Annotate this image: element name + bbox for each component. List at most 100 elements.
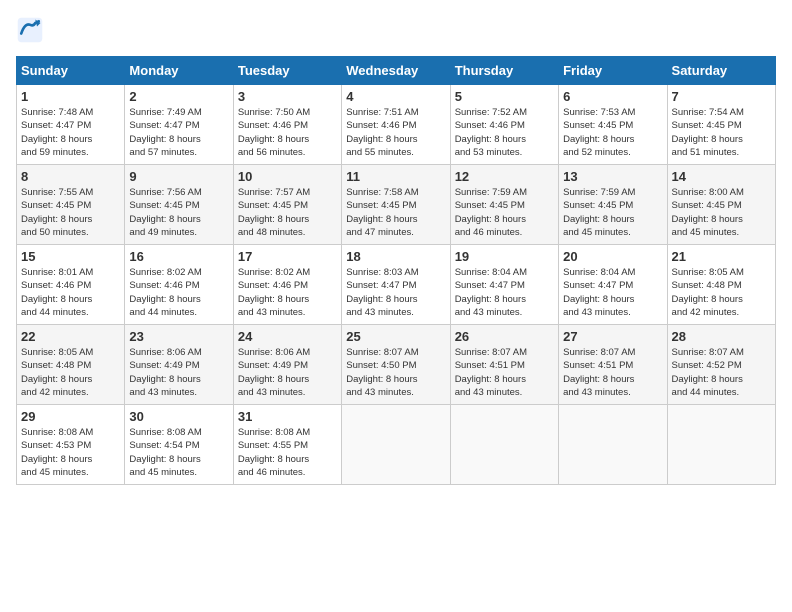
calendar-cell: 7 Sunrise: 7:54 AMSunset: 4:45 PMDaylight… — [667, 85, 775, 165]
calendar-cell: 22 Sunrise: 8:05 AMSunset: 4:48 PMDayligh… — [17, 325, 125, 405]
day-number: 28 — [672, 329, 771, 344]
calendar-cell: 28 Sunrise: 8:07 AMSunset: 4:52 PMDayligh… — [667, 325, 775, 405]
day-number: 13 — [563, 169, 662, 184]
calendar-week-row: 1Sunrise: 7:48 AMSunset: 4:47 PMDaylight… — [17, 85, 776, 165]
day-number: 29 — [21, 409, 120, 424]
day-info: Sunrise: 7:58 AMSunset: 4:45 PMDaylight:… — [346, 186, 445, 239]
day-info: Sunrise: 8:06 AMSunset: 4:49 PMDaylight:… — [129, 346, 228, 399]
calendar-cell: 29 Sunrise: 8:08 AMSunset: 4:53 PMDayligh… — [17, 405, 125, 485]
day-header-tuesday: Tuesday — [233, 57, 341, 85]
day-info: Sunrise: 8:04 AMSunset: 4:47 PMDaylight:… — [563, 266, 662, 319]
calendar-cell: 4Sunrise: 7:51 AMSunset: 4:46 PMDaylight… — [342, 85, 450, 165]
day-number: 17 — [238, 249, 337, 264]
calendar-cell: 19Sunrise: 8:04 AMSunset: 4:47 PMDayligh… — [450, 245, 558, 325]
day-number: 24 — [238, 329, 337, 344]
page-header — [16, 16, 776, 44]
day-info: Sunrise: 8:08 AMSunset: 4:54 PMDaylight:… — [129, 426, 228, 479]
day-info: Sunrise: 8:02 AMSunset: 4:46 PMDaylight:… — [129, 266, 228, 319]
calendar-week-row: 15 Sunrise: 8:01 AMSunset: 4:46 PMDayligh… — [17, 245, 776, 325]
calendar-cell: 3Sunrise: 7:50 AMSunset: 4:46 PMDaylight… — [233, 85, 341, 165]
day-number: 1 — [21, 89, 120, 104]
calendar-cell: 9 Sunrise: 7:56 AMSunset: 4:45 PMDaylight… — [125, 165, 233, 245]
day-info: Sunrise: 8:02 AMSunset: 4:46 PMDaylight:… — [238, 266, 337, 319]
day-number: 20 — [563, 249, 662, 264]
calendar-cell — [559, 405, 667, 485]
calendar-cell: 21 Sunrise: 8:05 AMSunset: 4:48 PMDayligh… — [667, 245, 775, 325]
day-number: 21 — [672, 249, 771, 264]
day-info: Sunrise: 7:59 AMSunset: 4:45 PMDaylight:… — [455, 186, 554, 239]
day-number: 11 — [346, 169, 445, 184]
day-info: Sunrise: 8:07 AMSunset: 4:51 PMDaylight:… — [563, 346, 662, 399]
day-number: 27 — [563, 329, 662, 344]
calendar-table: SundayMondayTuesdayWednesdayThursdayFrid… — [16, 56, 776, 485]
day-number: 6 — [563, 89, 662, 104]
calendar-cell: 2 Sunrise: 7:49 AMSunset: 4:47 PMDaylight… — [125, 85, 233, 165]
calendar-header-row: SundayMondayTuesdayWednesdayThursdayFrid… — [17, 57, 776, 85]
logo — [16, 16, 48, 44]
calendar-cell: 15 Sunrise: 8:01 AMSunset: 4:46 PMDayligh… — [17, 245, 125, 325]
logo-icon — [16, 16, 44, 44]
day-header-friday: Friday — [559, 57, 667, 85]
day-number: 7 — [672, 89, 771, 104]
day-header-monday: Monday — [125, 57, 233, 85]
day-info: Sunrise: 8:07 AMSunset: 4:52 PMDaylight:… — [672, 346, 771, 399]
calendar-cell — [667, 405, 775, 485]
calendar-cell: 26Sunrise: 8:07 AMSunset: 4:51 PMDayligh… — [450, 325, 558, 405]
day-info: Sunrise: 8:05 AMSunset: 4:48 PMDaylight:… — [21, 346, 120, 399]
day-info: Sunrise: 7:56 AMSunset: 4:45 PMDaylight:… — [129, 186, 228, 239]
day-info: Sunrise: 8:04 AMSunset: 4:47 PMDaylight:… — [455, 266, 554, 319]
day-number: 2 — [129, 89, 228, 104]
day-header-thursday: Thursday — [450, 57, 558, 85]
day-number: 30 — [129, 409, 228, 424]
calendar-cell: 30 Sunrise: 8:08 AMSunset: 4:54 PMDayligh… — [125, 405, 233, 485]
day-number: 22 — [21, 329, 120, 344]
day-info: Sunrise: 8:03 AMSunset: 4:47 PMDaylight:… — [346, 266, 445, 319]
calendar-cell — [342, 405, 450, 485]
calendar-cell: 17 Sunrise: 8:02 AMSunset: 4:46 PMDayligh… — [233, 245, 341, 325]
calendar-cell: 11 Sunrise: 7:58 AMSunset: 4:45 PMDayligh… — [342, 165, 450, 245]
calendar-cell: 24 Sunrise: 8:06 AMSunset: 4:49 PMDayligh… — [233, 325, 341, 405]
day-number: 15 — [21, 249, 120, 264]
calendar-week-row: 8 Sunrise: 7:55 AMSunset: 4:45 PMDaylight… — [17, 165, 776, 245]
calendar-week-row: 29 Sunrise: 8:08 AMSunset: 4:53 PMDayligh… — [17, 405, 776, 485]
day-header-sunday: Sunday — [17, 57, 125, 85]
calendar-week-row: 22 Sunrise: 8:05 AMSunset: 4:48 PMDayligh… — [17, 325, 776, 405]
day-info: Sunrise: 7:55 AMSunset: 4:45 PMDaylight:… — [21, 186, 120, 239]
calendar-cell: 8 Sunrise: 7:55 AMSunset: 4:45 PMDaylight… — [17, 165, 125, 245]
day-number: 10 — [238, 169, 337, 184]
day-info: Sunrise: 8:07 AMSunset: 4:51 PMDaylight:… — [455, 346, 554, 399]
day-number: 8 — [21, 169, 120, 184]
day-info: Sunrise: 8:07 AMSunset: 4:50 PMDaylight:… — [346, 346, 445, 399]
day-header-saturday: Saturday — [667, 57, 775, 85]
day-info: Sunrise: 8:00 AMSunset: 4:45 PMDaylight:… — [672, 186, 771, 239]
calendar-cell: 31Sunrise: 8:08 AMSunset: 4:55 PMDayligh… — [233, 405, 341, 485]
calendar-cell — [450, 405, 558, 485]
calendar-cell: 25 Sunrise: 8:07 AMSunset: 4:50 PMDayligh… — [342, 325, 450, 405]
day-info: Sunrise: 7:57 AMSunset: 4:45 PMDaylight:… — [238, 186, 337, 239]
day-info: Sunrise: 7:54 AMSunset: 4:45 PMDaylight:… — [672, 106, 771, 159]
calendar-cell: 6 Sunrise: 7:53 AMSunset: 4:45 PMDaylight… — [559, 85, 667, 165]
day-info: Sunrise: 7:49 AMSunset: 4:47 PMDaylight:… — [129, 106, 228, 159]
calendar-cell: 13 Sunrise: 7:59 AMSunset: 4:45 PMDayligh… — [559, 165, 667, 245]
calendar-cell: 5Sunrise: 7:52 AMSunset: 4:46 PMDaylight… — [450, 85, 558, 165]
day-number: 25 — [346, 329, 445, 344]
day-info: Sunrise: 7:52 AMSunset: 4:46 PMDaylight:… — [455, 106, 554, 159]
calendar-cell: 1Sunrise: 7:48 AMSunset: 4:47 PMDaylight… — [17, 85, 125, 165]
calendar-cell: 16 Sunrise: 8:02 AMSunset: 4:46 PMDayligh… — [125, 245, 233, 325]
day-info: Sunrise: 8:05 AMSunset: 4:48 PMDaylight:… — [672, 266, 771, 319]
day-info: Sunrise: 8:01 AMSunset: 4:46 PMDaylight:… — [21, 266, 120, 319]
calendar-cell: 23Sunrise: 8:06 AMSunset: 4:49 PMDayligh… — [125, 325, 233, 405]
day-number: 16 — [129, 249, 228, 264]
day-info: Sunrise: 8:06 AMSunset: 4:49 PMDaylight:… — [238, 346, 337, 399]
calendar-cell: 27 Sunrise: 8:07 AMSunset: 4:51 PMDayligh… — [559, 325, 667, 405]
day-number: 14 — [672, 169, 771, 184]
day-info: Sunrise: 7:59 AMSunset: 4:45 PMDaylight:… — [563, 186, 662, 239]
day-number: 9 — [129, 169, 228, 184]
calendar-cell: 10 Sunrise: 7:57 AMSunset: 4:45 PMDayligh… — [233, 165, 341, 245]
calendar-cell: 20 Sunrise: 8:04 AMSunset: 4:47 PMDayligh… — [559, 245, 667, 325]
calendar-cell: 12Sunrise: 7:59 AMSunset: 4:45 PMDayligh… — [450, 165, 558, 245]
day-info: Sunrise: 7:53 AMSunset: 4:45 PMDaylight:… — [563, 106, 662, 159]
day-number: 18 — [346, 249, 445, 264]
day-info: Sunrise: 7:51 AMSunset: 4:46 PMDaylight:… — [346, 106, 445, 159]
day-info: Sunrise: 8:08 AMSunset: 4:53 PMDaylight:… — [21, 426, 120, 479]
